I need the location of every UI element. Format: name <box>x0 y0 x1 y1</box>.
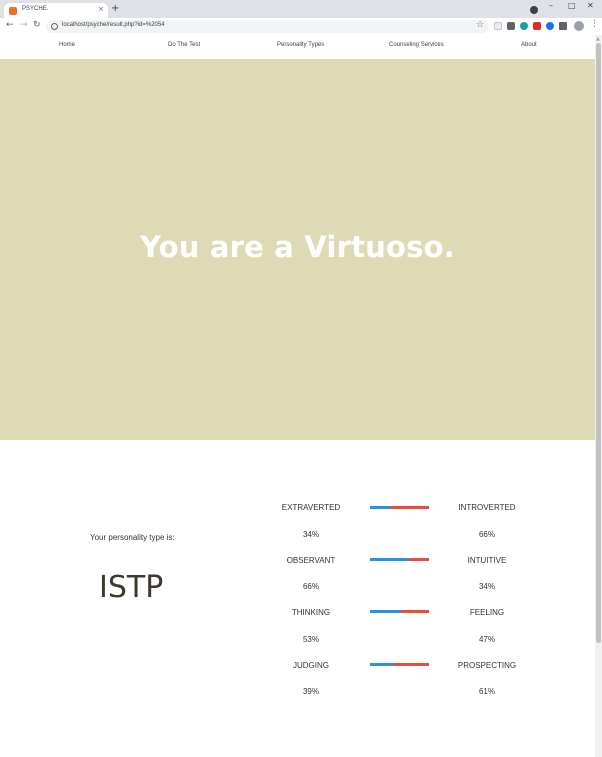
personality-type-label: Your personality type is: <box>90 533 175 542</box>
trait-right-label: FEELING <box>469 608 505 617</box>
nav-do-the-test-link[interactable]: Do The Test <box>168 42 200 48</box>
trait-left-label: EXTRAVERTED <box>281 503 341 512</box>
browser-toolbar: ← → ↻ localhost/psyche/result.php?id=%20… <box>0 18 602 35</box>
tab-title: PSYCHE. <box>22 6 49 12</box>
close-window-button[interactable]: ✕ <box>587 1 594 10</box>
extension-icon-3[interactable] <box>520 22 528 30</box>
scrollbar-thumb[interactable] <box>596 43 601 643</box>
new-tab-button[interactable]: + <box>111 3 119 14</box>
site-navigation: Home Do The Test Personality Types Couns… <box>0 35 595 59</box>
profile-avatar-icon[interactable] <box>574 21 584 31</box>
page-content: Home Do The Test Personality Types Couns… <box>0 35 595 757</box>
trait-right-percent: 34% <box>478 582 495 591</box>
trait-bar <box>370 663 429 666</box>
trait-right-percent: 66% <box>478 530 495 539</box>
minimize-button[interactable]: – <box>549 1 553 10</box>
trait-bar <box>370 506 429 509</box>
trait-left-percent: 39% <box>302 687 319 696</box>
browser-chrome: PSYCHE. × + – □ ✕ ← → ↻ localhost/psyche… <box>0 0 602 35</box>
forward-arrow-icon[interactable]: → <box>20 20 28 30</box>
trait-right-label: INTUITIVE <box>467 556 507 565</box>
browser-menu-icon[interactable]: ⋮ <box>590 19 599 29</box>
trait-bar <box>370 558 429 561</box>
reload-icon[interactable]: ↻ <box>33 20 41 30</box>
hero-banner: You are a Virtuoso. <box>0 59 595 440</box>
nav-home-link[interactable]: Home <box>59 42 75 48</box>
extension-icon-5[interactable] <box>546 22 554 30</box>
back-arrow-icon[interactable]: ← <box>6 20 14 30</box>
browser-tab[interactable]: PSYCHE. × <box>4 3 108 18</box>
trait-left-label: JUDGING <box>293 661 329 670</box>
maximize-button[interactable]: □ <box>568 1 576 10</box>
trait-bar-fill <box>370 558 409 561</box>
tab-strip: PSYCHE. × + – □ ✕ <box>0 0 602 18</box>
scroll-up-arrow-icon[interactable]: ▲ <box>596 36 600 42</box>
trait-right-percent: 47% <box>478 635 495 644</box>
extension-icon-2[interactable] <box>507 22 515 30</box>
trait-right-label: INTROVERTED <box>458 503 516 512</box>
personality-type-code: ISTP <box>99 570 164 605</box>
hero-title: You are a Virtuoso. <box>140 230 455 264</box>
trait-left-percent: 66% <box>302 582 319 591</box>
trait-right-label: PROSPECTING <box>457 661 517 670</box>
extension-icon-4[interactable] <box>533 22 541 30</box>
trait-bar-fill <box>370 610 402 613</box>
bookmark-star-icon[interactable]: ☆ <box>476 20 484 30</box>
extension-icon-1[interactable] <box>494 22 502 30</box>
url-text[interactable]: localhost/psyche/result.php?id=%2054 <box>62 22 165 28</box>
tab-search-icon[interactable] <box>530 6 538 14</box>
nav-about-link[interactable]: About <box>521 42 537 48</box>
address-bar[interactable]: localhost/psyche/result.php?id=%2054 ☆ <box>46 20 489 33</box>
trait-bar <box>370 610 429 613</box>
tab-close-icon[interactable]: × <box>98 5 104 13</box>
trait-bar-fill <box>370 663 393 666</box>
trait-right-percent: 61% <box>478 687 495 696</box>
nav-personality-types-link[interactable]: Personality Types <box>277 42 324 48</box>
nav-counseling-services-link[interactable]: Counseling Services <box>389 42 444 48</box>
trait-bar-fill <box>370 506 391 509</box>
page-scrollbar[interactable]: ▲ <box>595 35 602 757</box>
trait-left-label: OBSERVANT <box>286 556 336 565</box>
trait-left-percent: 34% <box>302 530 319 539</box>
trait-left-label: THINKING <box>291 608 331 617</box>
site-info-icon[interactable] <box>51 23 58 30</box>
trait-left-percent: 53% <box>302 635 319 644</box>
extensions-puzzle-icon[interactable] <box>559 22 567 30</box>
favicon-icon <box>9 7 17 15</box>
